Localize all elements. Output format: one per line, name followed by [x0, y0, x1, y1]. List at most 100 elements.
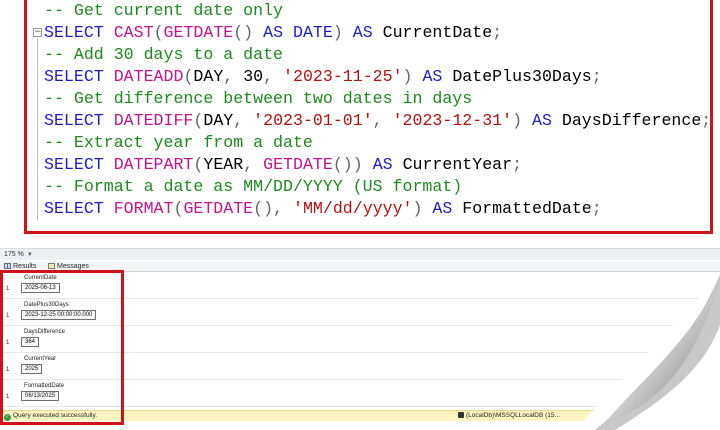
result-cell[interactable]: 06/13/2025: [21, 391, 60, 401]
row-number[interactable]: 1: [6, 285, 9, 293]
result-set-current-date: CurrentDate 1 2025-06-13: [0, 272, 720, 299]
code-line-3[interactable]: -- Add 30 days to a date: [44, 44, 283, 66]
column-header[interactable]: DatePlus30Days: [24, 302, 69, 309]
server-connection: (LocalDb)\MSSQLLocalDB (15...: [458, 411, 560, 421]
code-token: ;: [492, 23, 503, 42]
code-line-1[interactable]: -- Get current date only: [44, 0, 283, 22]
code-token: DATEDIFF: [113, 111, 194, 130]
row-number[interactable]: 1: [6, 339, 9, 347]
code-token: CurrentYear: [402, 155, 513, 174]
code-token: (: [193, 111, 204, 130]
code-token: DaysDifference: [561, 111, 702, 130]
code-token: '2023-11-25': [283, 67, 403, 86]
result-cell[interactable]: 2023-12-25 00:00:00.000: [21, 310, 97, 320]
messages-icon: [48, 263, 55, 269]
code-token: AS: [352, 23, 383, 42]
code-token: AS: [432, 199, 463, 218]
code-token: ): [402, 67, 423, 86]
code-line-10[interactable]: SELECT FORMAT(GETDATE(), 'MM/dd/yyyy') A…: [44, 198, 602, 220]
code-token: (): [233, 23, 264, 42]
result-cell[interactable]: 2025-06-13: [21, 283, 60, 293]
code-token: ;: [591, 199, 602, 218]
code-token: GETDATE: [183, 199, 254, 218]
status-message: ✓ Query executed successfully.: [4, 411, 97, 421]
tab-results[interactable]: Results: [4, 261, 36, 272]
code-token: -- Add 30 days to a date: [44, 45, 283, 64]
status-message-text: Query executed successfully.: [13, 412, 98, 419]
code-token: FORMAT: [113, 199, 174, 218]
success-check-icon: ✓: [4, 414, 11, 421]
code-token: ): [512, 111, 532, 130]
status-bar: ✓ Query executed successfully. (LocalDb)\…: [0, 410, 720, 421]
code-token: ): [412, 199, 433, 218]
code-token: AS: [263, 23, 293, 42]
code-token: DATEADD: [113, 67, 184, 86]
code-token: (: [183, 67, 194, 86]
code-token: 30: [243, 67, 264, 86]
code-token: ): [332, 23, 353, 42]
code-token: ,: [223, 67, 244, 86]
code-token: DAY: [193, 67, 224, 86]
code-token: '2023-12-31': [392, 111, 513, 130]
code-token: SELECT: [44, 111, 114, 130]
column-header[interactable]: CurrentYear: [24, 356, 56, 363]
code-line-9[interactable]: -- Format a date as MM/DD/YYYY (US forma…: [44, 176, 462, 198]
code-token: -- Get current date only: [44, 1, 283, 20]
code-token: (),: [253, 199, 293, 218]
results-pane: CurrentDate 1 2025-06-13 DatePlus30Days …: [0, 272, 720, 410]
code-token: ;: [512, 155, 523, 174]
code-token: DATEPART: [113, 155, 194, 174]
code-token: CurrentDate: [382, 23, 493, 42]
code-token: ,: [263, 67, 284, 86]
code-token: (: [173, 199, 184, 218]
tab-messages[interactable]: Messages: [48, 261, 89, 272]
code-line-8[interactable]: SELECT DATEPART(YEAR, GETDATE()) AS Curr…: [44, 154, 522, 176]
row-number[interactable]: 1: [6, 366, 9, 374]
result-cell[interactable]: 2025: [21, 364, 43, 374]
code-token: -- Extract year from a date: [44, 133, 313, 152]
column-header[interactable]: FormattedDate: [24, 383, 64, 390]
code-token: 'MM/dd/yyyy': [293, 199, 413, 218]
result-set-days-difference: DaysDifference 1 364: [0, 326, 720, 353]
code-token: (: [193, 155, 204, 174]
row-number[interactable]: 1: [6, 393, 9, 401]
outline-guide: [37, 38, 38, 220]
code-line-7[interactable]: -- Extract year from a date: [44, 132, 313, 154]
zoom-dropdown[interactable]: 175 % ▼: [4, 249, 33, 260]
sql-editor[interactable]: − -- Get current date only SELECT CAST(G…: [0, 0, 720, 240]
row-number[interactable]: 1: [6, 312, 9, 320]
code-token: ()): [332, 155, 373, 174]
code-line-4[interactable]: SELECT DATEADD(DAY, 30, '2023-11-25') AS…: [44, 66, 602, 88]
code-token: FormattedDate: [462, 199, 592, 218]
zoom-value: 175 %: [4, 251, 24, 258]
code-token: DatePlus30Days: [452, 67, 592, 86]
code-token: ;: [591, 67, 602, 86]
collapse-minus-icon[interactable]: −: [33, 28, 42, 37]
chevron-down-icon: ▼: [26, 252, 33, 258]
results-tabs: Results Messages: [0, 261, 720, 272]
code-token: ;: [701, 111, 712, 130]
code-token: AS: [372, 155, 403, 174]
code-token: SELECT: [44, 67, 114, 86]
code-token: DAY: [203, 111, 234, 130]
code-line-2[interactable]: SELECT CAST(GETDATE() AS DATE) AS Curren…: [44, 22, 502, 44]
column-header[interactable]: DaysDifference: [24, 329, 65, 336]
code-token: AS: [532, 111, 562, 130]
code-line-6[interactable]: SELECT DATEDIFF(DAY, '2023-01-01', '2023…: [44, 110, 711, 132]
code-token: ,: [243, 155, 264, 174]
code-token: '2023-01-01': [253, 111, 373, 130]
code-token: CAST: [113, 23, 154, 42]
result-cell[interactable]: 364: [21, 337, 40, 347]
code-token: -- Format a date as MM/DD/YYYY (US forma…: [44, 177, 463, 196]
code-token: GETDATE: [263, 155, 333, 174]
code-line-5[interactable]: -- Get difference between two dates in d…: [44, 88, 472, 110]
results-grid-icon: [4, 263, 11, 269]
code-token: (: [153, 23, 164, 42]
lock-icon: [458, 412, 464, 418]
column-header[interactable]: CurrentDate: [24, 275, 57, 282]
code-token: AS: [422, 67, 453, 86]
code-token: SELECT: [44, 155, 114, 174]
code-token: ,: [372, 111, 393, 130]
code-token: SELECT: [44, 199, 114, 218]
result-set-date-plus-30: DatePlus30Days 1 2023-12-25 00:00:00.000: [0, 299, 720, 326]
